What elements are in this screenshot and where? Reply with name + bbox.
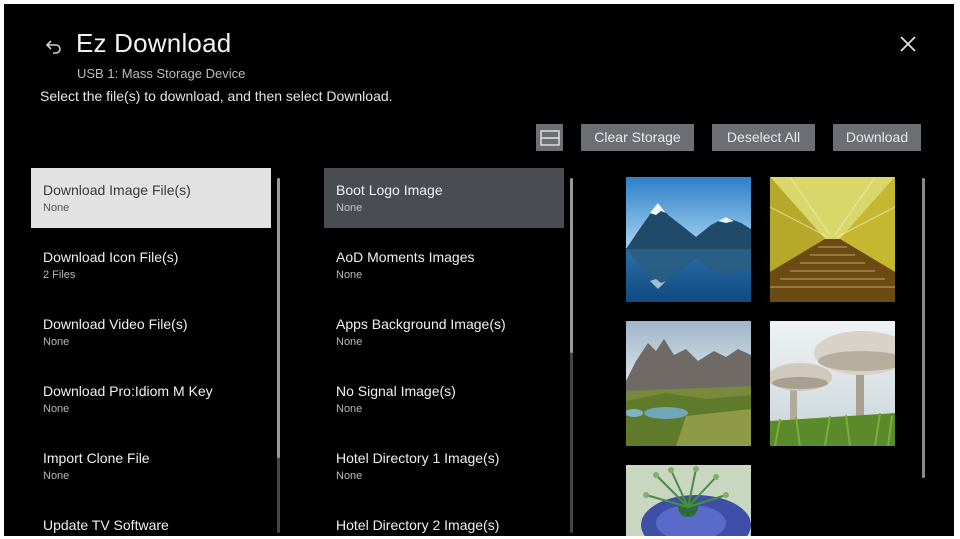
category-item-import-clone[interactable]: Import Clone File None xyxy=(31,436,271,496)
download-button[interactable]: Download xyxy=(833,124,921,151)
category-name: Import Clone File xyxy=(43,450,150,466)
category-name: Update TV Software xyxy=(43,517,169,533)
thumbnail-escalator-tunnel[interactable] xyxy=(770,177,895,302)
category-status: None xyxy=(43,403,70,415)
image-type-name: Apps Background Image(s) xyxy=(336,316,506,332)
image-type-name: Hotel Directory 1 Image(s) xyxy=(336,450,500,466)
category-name: Download Video File(s) xyxy=(43,316,188,332)
clear-storage-button[interactable]: Clear Storage xyxy=(581,124,694,151)
category-item-proidiom-key[interactable]: Download Pro:Idiom M Key None xyxy=(31,369,271,429)
thumbnail-alpine-valley[interactable] xyxy=(626,321,751,446)
category-status: None xyxy=(43,470,70,482)
category-status: None xyxy=(43,202,70,214)
category-scrollbar[interactable] xyxy=(277,178,280,533)
thumbnail-scroll-thumb[interactable] xyxy=(922,178,925,478)
deselect-all-button[interactable]: Deselect All xyxy=(712,124,815,151)
thumbnail-scrollbar[interactable] xyxy=(922,178,925,478)
list-view-icon xyxy=(539,129,560,146)
view-toggle-button[interactable] xyxy=(536,124,563,151)
category-item-video-files[interactable]: Download Video File(s) None xyxy=(31,302,271,362)
category-name: Download Icon File(s) xyxy=(43,249,179,265)
back-arrow-icon xyxy=(45,40,61,54)
image-type-status: None xyxy=(336,202,363,214)
category-status: None xyxy=(43,336,70,348)
image-type-status: None xyxy=(336,269,363,281)
image-type-status: None xyxy=(336,336,363,348)
image-type-scrollbar[interactable] xyxy=(570,178,573,533)
image-type-name: No Signal Image(s) xyxy=(336,383,456,399)
image-type-status: None xyxy=(336,470,363,482)
thumbnail-flower[interactable] xyxy=(626,465,751,536)
category-name: Download Pro:Idiom M Key xyxy=(43,383,213,399)
back-button[interactable] xyxy=(42,36,66,60)
category-item-update-software[interactable]: Update TV Software xyxy=(31,503,271,536)
category-item-image-files[interactable]: Download Image File(s) None xyxy=(31,168,271,228)
image-type-name: Hotel Directory 2 Image(s) xyxy=(336,517,500,533)
thumbnail-mountain-lake[interactable] xyxy=(626,177,751,302)
category-scroll-thumb[interactable] xyxy=(277,178,280,458)
image-type-item-apps-background[interactable]: Apps Background Image(s) None xyxy=(324,302,564,362)
category-item-icon-files[interactable]: Download Icon File(s) 2 Files xyxy=(31,235,271,295)
thumbnail-mushrooms[interactable] xyxy=(770,321,895,446)
close-button[interactable] xyxy=(896,32,920,56)
category-status: 2 Files xyxy=(43,269,76,281)
page-title: Ez Download xyxy=(76,28,232,58)
category-name: Download Image File(s) xyxy=(43,182,191,198)
image-type-item-hotel-directory-2[interactable]: Hotel Directory 2 Image(s) xyxy=(324,503,564,536)
image-type-name: AoD Moments Images xyxy=(336,249,475,265)
image-type-item-hotel-directory-1[interactable]: Hotel Directory 1 Image(s) None xyxy=(324,436,564,496)
image-type-item-no-signal[interactable]: No Signal Image(s) None xyxy=(324,369,564,429)
image-type-item-aod-moments[interactable]: AoD Moments Images None xyxy=(324,235,564,295)
image-type-name: Boot Logo Image xyxy=(336,182,443,198)
image-type-scroll-thumb[interactable] xyxy=(570,178,573,353)
device-subtitle: USB 1: Mass Storage Device xyxy=(77,66,246,81)
close-icon xyxy=(900,36,916,52)
image-type-item-boot-logo[interactable]: Boot Logo Image None xyxy=(324,168,564,228)
ez-download-screen: Ez Download USB 1: Mass Storage Device S… xyxy=(4,4,954,536)
instruction-text: Select the file(s) to download, and then… xyxy=(40,88,393,104)
image-type-status: None xyxy=(336,403,363,415)
